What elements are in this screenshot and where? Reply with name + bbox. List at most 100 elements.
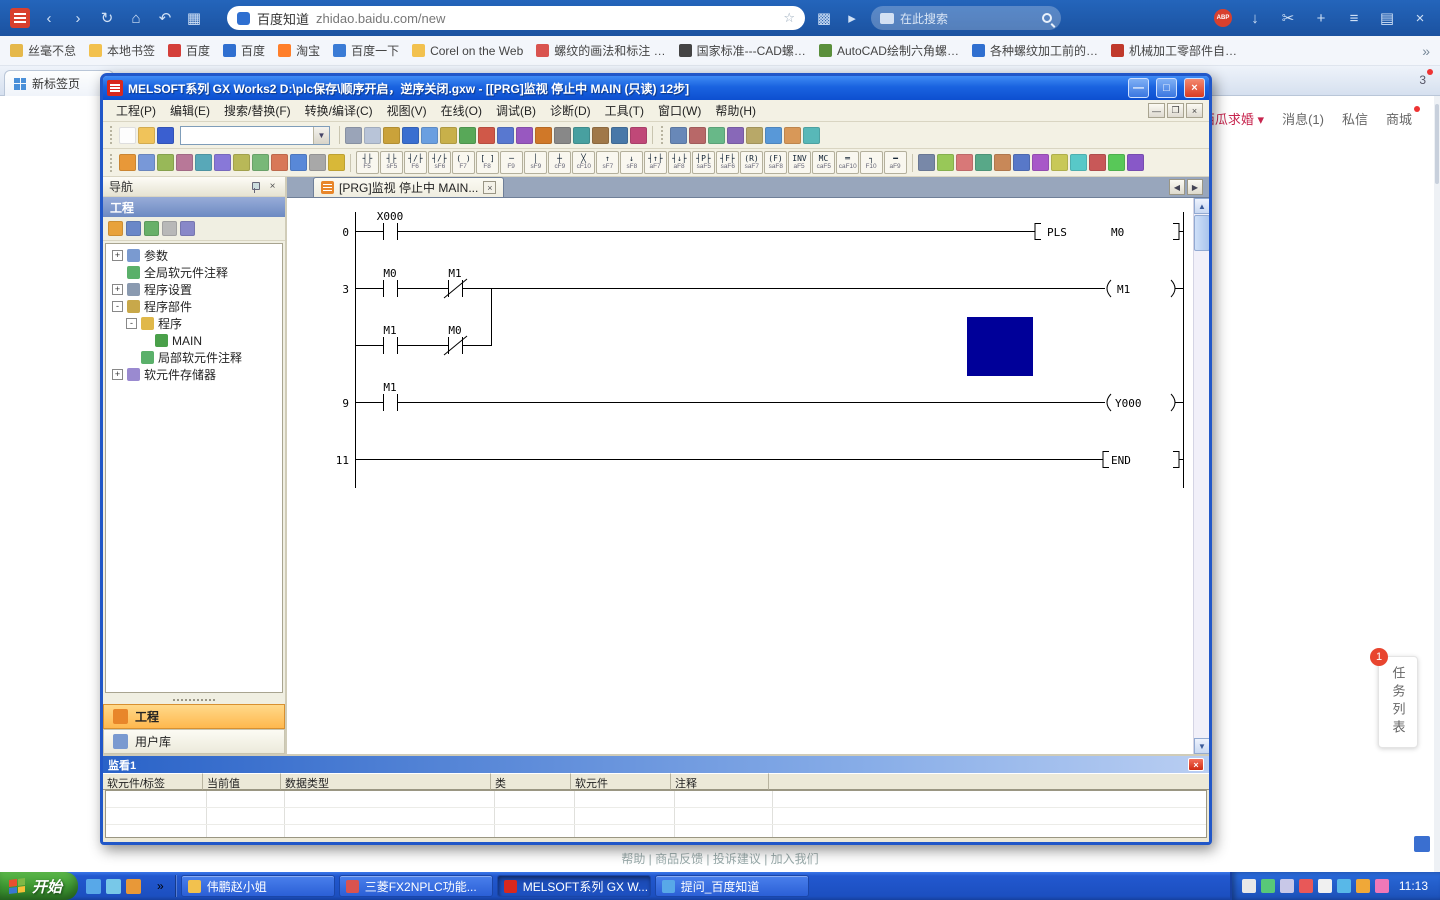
home-icon[interactable]: ⌂ [126,11,146,26]
mdi-close-button[interactable]: × [1186,103,1203,118]
scrollbar-thumb[interactable] [1194,215,1210,251]
bookmark-item[interactable]: 螺纹的画法和标注 … [536,42,665,59]
restore-tab-icon[interactable]: ↶ [155,11,175,26]
expander-icon[interactable]: - [112,301,123,312]
menu-item[interactable]: 帮助(H) [708,100,763,121]
link-messages[interactable]: 消息(1) [1282,109,1324,128]
column-header[interactable]: 注释 [671,773,769,790]
page-scrollbar-thumb[interactable] [1435,104,1439,184]
bookmark-star-icon[interactable]: ☆ [783,10,795,26]
bookmark-item[interactable]: 百度 [223,42,265,59]
menu-item[interactable]: 工具(T) [598,100,651,121]
expander-icon[interactable]: + [112,369,123,380]
adblock-icon[interactable]: ABP [1214,9,1232,27]
melsoft-titlebar[interactable]: MELSOFT系列 GX Works2 D:\plc保存\顺序开启，逆序关闭.g… [103,76,1209,100]
menu-item[interactable]: 诊断(D) [543,100,598,121]
ladder-symbol-button[interactable]: ┤/├ sF6 [428,151,451,174]
ladder-symbol-button[interactable]: ┼ cF9 [548,151,571,174]
refresh-icon[interactable]: ↻ [97,11,117,26]
menu-item[interactable]: 搜索/替换(F) [217,100,298,121]
internet-explorer-icon[interactable] [86,879,101,894]
browser-logo-icon[interactable] [10,8,30,28]
toolbar-grip[interactable] [661,126,665,144]
ime-icon[interactable] [1242,879,1256,893]
sampling-trace-icon[interactable] [765,127,782,144]
display-lines-icon[interactable] [309,154,326,171]
page-footer-links[interactable]: 帮助 | 商品反馈 | 投诉建议 | 加入我们 [0,850,1440,867]
insert-column-icon[interactable] [975,154,992,171]
ladder-symbol-button[interactable]: [ ] F8 [476,151,499,174]
ladder-symbol-button[interactable]: │ sF9 [524,151,547,174]
output-window-icon[interactable] [157,154,174,171]
main-menu-icon[interactable]: ≡ [1344,11,1364,26]
bookmark-item[interactable]: Corel on the Web [412,44,523,58]
pin-icon[interactable] [250,181,260,193]
add-icon[interactable]: + [1311,11,1331,26]
mdi-minimize-button[interactable]: — [1148,103,1165,118]
antivirus-icon[interactable] [1299,879,1313,893]
note-display-icon[interactable] [290,154,307,171]
nav-button-project[interactable]: 工程 [103,704,285,729]
cut-icon[interactable] [345,127,362,144]
collapse-all-icon[interactable] [162,221,177,236]
forward-icon[interactable]: › [68,11,88,26]
bookmark-item[interactable]: 本地书签 [89,42,155,59]
ladder-symbol-button[interactable]: (R) saF7 [740,151,763,174]
ladder-symbol-button[interactable]: ┤↑├ aF7 [644,151,667,174]
panel-splitter-grip[interactable] [103,695,285,704]
tab-scroll-right-icon[interactable]: ▶ [1187,179,1203,195]
tree-item-main[interactable]: MAIN [106,332,282,349]
parameter-icon[interactable] [440,127,457,144]
verify-icon[interactable] [516,127,533,144]
help-icon[interactable] [803,127,820,144]
device-batch-monitor-icon[interactable] [573,127,590,144]
menu-item[interactable]: 窗口(W) [651,100,708,121]
undo-edit-icon[interactable] [1051,154,1068,171]
qr-code-icon[interactable]: ▩ [814,11,834,26]
taskbar-button-melsoft[interactable]: MELSOFT系列 GX W... [497,875,651,897]
sort-icon[interactable] [126,221,141,236]
menu-item[interactable]: 视图(V) [380,100,434,121]
system-monitor-icon[interactable] [727,127,744,144]
quick-launch-overflow-icon[interactable]: » [149,879,172,893]
save-project-icon[interactable] [157,127,174,144]
comment-display-icon[interactable] [252,154,269,171]
column-header[interactable]: 当前值 [203,773,281,790]
search-icon[interactable] [1042,13,1052,23]
monitor-start-icon[interactable] [535,127,552,144]
bookmark-item[interactable]: 国家标准---CAD螺… [679,42,806,59]
column-header[interactable]: 软元件 [571,773,671,790]
bookmark-item[interactable]: 百度一下 [333,42,399,59]
bookmark-item[interactable]: 淘宝 [278,42,320,59]
media-player-icon[interactable] [126,879,141,894]
tree-item-pou[interactable]: - 程序部件 [106,298,282,315]
copy-icon[interactable] [364,127,381,144]
write-mode-icon[interactable] [1089,154,1106,171]
read-mode-icon[interactable] [1070,154,1087,171]
address-bar[interactable]: 百度知道 zhidao.baidu.com/new ☆ [227,6,805,30]
ladder-scrollbar[interactable]: ▲ ▼ [1193,198,1209,754]
maximize-button[interactable]: □ [1156,78,1177,98]
write-to-plc-icon[interactable] [478,127,495,144]
ladder-symbol-button[interactable]: ┤├ F5 [356,151,379,174]
plc-diagnostics-icon[interactable] [708,127,725,144]
pinyin-icon[interactable] [1318,879,1332,893]
link-private[interactable]: 私信 [1342,109,1368,128]
column-header[interactable]: 类 [491,773,571,790]
ladder-symbol-button[interactable]: ┤P├ saF5 [692,151,715,174]
undo-icon[interactable] [402,127,419,144]
task-manager-icon[interactable] [1261,879,1275,893]
task-list-panel[interactable]: 1 任务列表 [1378,656,1418,748]
taskbar-button-browser[interactable]: 提问_百度知道 [655,875,809,897]
column-header[interactable]: 数据类型 [281,773,491,790]
start-button[interactable]: 开始 [0,872,78,900]
search-box[interactable]: 在此搜索 [871,6,1061,30]
tree-item-program[interactable]: - 程序 [106,315,282,332]
taskbar-button-document[interactable]: 三菱FX2NPLC功能... [339,875,493,897]
browser-tray-icon[interactable] [1337,879,1351,893]
heart-icon[interactable] [1375,879,1389,893]
tree-item-program-setting[interactable]: + 程序设置 [106,281,282,298]
monitor-write-mode-icon[interactable] [1127,154,1144,171]
tree-item-parameter[interactable]: + 参数 [106,247,282,264]
navigation-close-icon[interactable]: × [266,180,279,193]
